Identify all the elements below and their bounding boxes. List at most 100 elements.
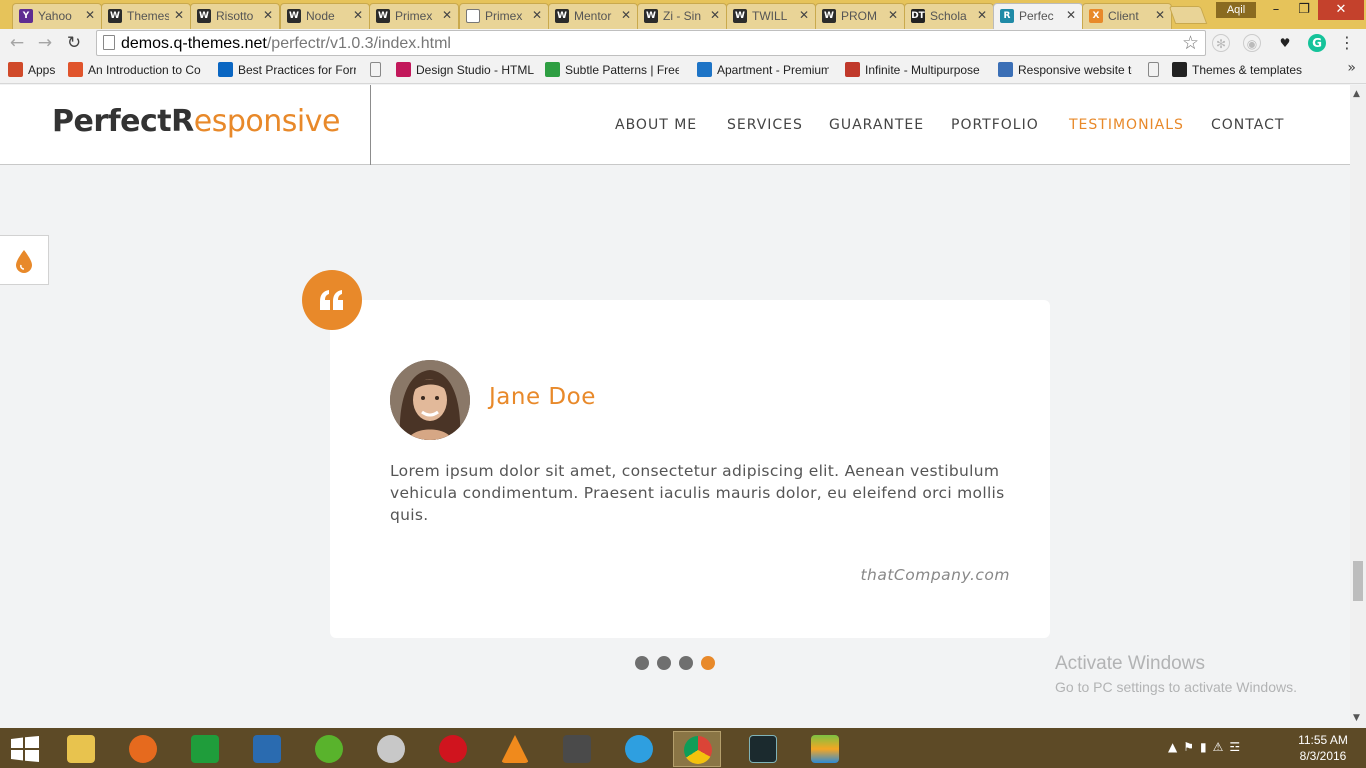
extension-icon[interactable]: ✻ — [1212, 34, 1230, 52]
nav-item-services[interactable]: SERVICES — [727, 117, 803, 133]
tab-close-icon[interactable]: ✕ — [442, 8, 452, 22]
browser-tab[interactable]: R Perfec ✕ — [993, 3, 1083, 30]
tab-close-icon[interactable]: ✕ — [888, 8, 898, 22]
nav-item-testimonials[interactable]: TESTIMONIALS — [1069, 117, 1184, 133]
editor-app-icon[interactable] — [739, 731, 787, 767]
tab-close-icon[interactable]: ✕ — [353, 8, 363, 22]
system-tray-icons[interactable]: ▲⚑▮⚠☲ — [1168, 740, 1246, 754]
browser-tab[interactable]: W Mentor ✕ — [548, 3, 638, 29]
opera-icon[interactable] — [429, 731, 477, 767]
windows-start-icon[interactable] — [11, 736, 39, 762]
bluestacks-icon[interactable] — [801, 731, 849, 767]
evernote-icon[interactable]: ♥ — [1276, 34, 1294, 52]
carousel-dot[interactable] — [635, 656, 649, 670]
browser-tab[interactable]: W Risotto ✕ — [190, 3, 280, 29]
back-button[interactable]: ← — [6, 33, 28, 53]
bookmark-page-icon[interactable] — [370, 62, 390, 79]
tab-close-icon[interactable]: ✕ — [1155, 8, 1165, 22]
bookmark-item[interactable]: Themes & templates — [1172, 62, 1336, 79]
tab-favicon-icon: DT — [911, 9, 925, 23]
address-bar[interactable]: demos.q-themes.net/perfectr/v1.0.3/index… — [96, 30, 1206, 56]
scroll-thumb[interactable] — [1353, 561, 1363, 601]
nav-item-contact[interactable]: CONTACT — [1211, 117, 1284, 133]
tab-close-icon[interactable]: ✕ — [85, 8, 95, 22]
store-icon[interactable] — [181, 731, 229, 767]
tab-close-icon[interactable]: ✕ — [710, 8, 720, 22]
browser-tab[interactable]: W Themes ✕ — [101, 3, 191, 29]
bookmark-label: Infinite - Multipurpose — [865, 63, 980, 77]
testimonial-author-name: Jane Doe — [489, 384, 596, 410]
header-divider — [370, 85, 371, 165]
bookmark-page-icon[interactable] — [1148, 62, 1168, 79]
testimonial-company: thatCompany.com — [860, 566, 1010, 584]
file-explorer-icon[interactable] — [57, 731, 105, 767]
carousel-dot[interactable] — [701, 656, 715, 670]
app-green-icon[interactable] — [305, 731, 353, 767]
reload-button[interactable]: ↻ — [63, 33, 85, 53]
nav-item-portfolio[interactable]: PORTFOLIO — [951, 117, 1039, 133]
tab-title: Themes — [127, 9, 169, 23]
site-logo[interactable]: PerfectResponsive — [52, 104, 340, 139]
menu-icon[interactable]: ⋮ — [1338, 34, 1356, 52]
tab-close-icon[interactable]: ✕ — [532, 8, 542, 22]
browser-tab[interactable]: W Primex ✕ — [369, 3, 459, 29]
testimonial-card: Jane Doe Lorem ipsum dolor sit amet, con… — [330, 300, 1050, 638]
chrome-icon[interactable] — [673, 731, 721, 767]
browser-tab[interactable]: Primex ✕ — [459, 3, 549, 29]
bookmark-item[interactable]: Apps — [8, 62, 58, 79]
minimize-button[interactable]: – — [1262, 0, 1290, 20]
new-tab-button[interactable] — [1168, 6, 1208, 24]
browser-tab[interactable]: W Zi - Sin ✕ — [637, 3, 727, 29]
style-switcher-button[interactable] — [0, 235, 49, 285]
browser-tab[interactable]: DT Schola ✕ — [904, 3, 994, 29]
browser-tab[interactable]: Y Yahoo ✕ — [12, 3, 102, 29]
bookmark-star-icon[interactable]: ☆ — [1182, 32, 1199, 54]
tab-close-icon[interactable]: ✕ — [1066, 8, 1076, 22]
maximize-button[interactable]: ❐ — [1290, 0, 1318, 20]
vlc-icon[interactable] — [491, 731, 539, 767]
bookmark-item[interactable]: Subtle Patterns | Free — [545, 62, 679, 79]
sublime-text-icon[interactable] — [553, 731, 601, 767]
nav-item-guarantee[interactable]: GUARANTEE — [829, 117, 924, 133]
forward-button[interactable]: → — [34, 33, 56, 53]
tab-close-icon[interactable]: ✕ — [263, 8, 273, 22]
nav-item-about-me[interactable]: ABOUT ME — [615, 117, 697, 133]
extension-icon[interactable]: ◉ — [1243, 34, 1261, 52]
taskbar-clock[interactable]: 11:55 AM 8/3/2016 — [1290, 732, 1356, 764]
url-text[interactable]: demos.q-themes.net/perfectr/v1.0.3/index… — [121, 35, 451, 53]
tab-favicon-icon — [466, 9, 480, 23]
grammarly-icon[interactable]: G — [1308, 34, 1326, 52]
carousel-dot[interactable] — [679, 656, 693, 670]
browser-tab[interactable]: X Client ✕ — [1082, 3, 1172, 29]
browser-tab[interactable]: W Node ✕ — [280, 3, 370, 29]
email-app-icon[interactable] — [243, 731, 291, 767]
tab-close-icon[interactable]: ✕ — [977, 8, 987, 22]
bookmark-item[interactable]: Responsive website te — [998, 62, 1132, 79]
profile-button[interactable]: Aqil — [1216, 2, 1256, 18]
snipping-tool-icon[interactable] — [367, 731, 415, 767]
tab-close-icon[interactable]: ✕ — [621, 8, 631, 22]
bookmark-item[interactable]: Design Studio - HTML — [396, 62, 534, 79]
scroll-up-icon[interactable]: ▲ — [1353, 89, 1360, 99]
tab-close-icon[interactable]: ✕ — [799, 8, 809, 22]
bookmark-label: Responsive website te — [1018, 63, 1132, 77]
firefox-icon[interactable] — [119, 731, 167, 767]
tab-favicon-icon: W — [822, 9, 836, 23]
tab-favicon-icon: W — [108, 9, 122, 23]
close-window-button[interactable]: ✕ — [1318, 0, 1364, 20]
tab-title: PROM — [841, 9, 877, 23]
bookmark-item[interactable]: An Introduction to Co — [68, 62, 204, 79]
carousel-dot[interactable] — [657, 656, 671, 670]
page-scrollbar[interactable]: ▲ ▼ — [1350, 85, 1366, 728]
internet-explorer-icon[interactable] — [615, 731, 663, 767]
bookmark-item[interactable]: Apartment - Premium — [697, 62, 829, 79]
more-bookmarks-icon[interactable]: » — [1347, 60, 1356, 76]
browser-tab[interactable]: W PROM ✕ — [815, 3, 905, 29]
tab-title: Schola — [930, 9, 967, 23]
bookmark-item[interactable]: Best Practices for Forr — [218, 62, 356, 79]
scroll-down-icon[interactable]: ▼ — [1353, 713, 1360, 723]
tab-strip: Y Yahoo ✕ W Themes ✕ W Risotto ✕ W Node ✕ W Primex ✕ Pr… — [0, 0, 1366, 30]
browser-tab[interactable]: W TWILL ✕ — [726, 3, 816, 29]
bookmark-item[interactable]: Infinite - Multipurpose — [845, 62, 987, 79]
tab-close-icon[interactable]: ✕ — [174, 8, 184, 22]
